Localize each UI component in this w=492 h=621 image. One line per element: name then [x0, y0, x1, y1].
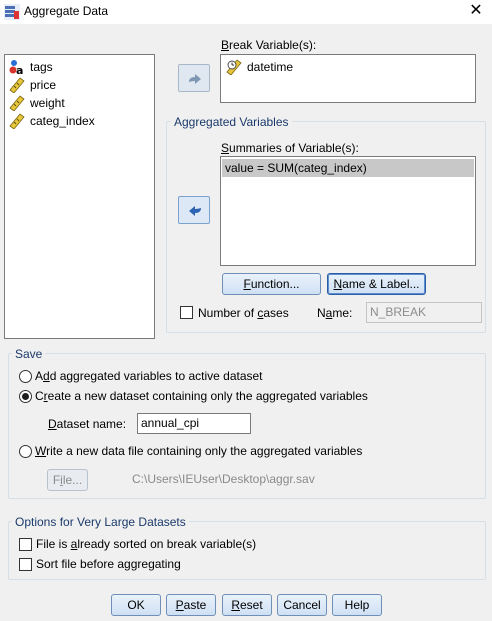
ok-button[interactable]: OK [111, 594, 161, 616]
list-item[interactable]: weight [9, 94, 65, 112]
create-dataset-radio[interactable] [19, 390, 32, 403]
close-icon[interactable]: ✕ [464, 1, 488, 23]
break-name-label: Name: [317, 306, 353, 320]
add-to-active-label: Add aggregated variables to active datas… [35, 369, 263, 383]
arrow-right-icon [189, 74, 201, 84]
number-of-cases-label: Number of cases [198, 306, 289, 320]
paste-button[interactable]: Paste [166, 594, 216, 616]
add-to-active-radio[interactable] [19, 370, 32, 383]
variable-name: tags [30, 60, 53, 74]
summary-item: value = SUM(categ_index) [225, 161, 367, 175]
summaries-list[interactable]: value = SUM(categ_index) [220, 156, 476, 266]
create-dataset-label: Create a new dataset containing only the… [35, 389, 368, 403]
variable-name: price [30, 78, 57, 92]
source-variable-list[interactable]: a tags price weight categ_index [4, 54, 155, 339]
scale-variable-icon [9, 77, 25, 93]
window-title: Aggregate Data [24, 4, 109, 18]
variable-name: categ_index [30, 114, 95, 128]
sort-before-label: Sort file before aggregating [36, 557, 181, 571]
move-to-break-button[interactable] [178, 64, 210, 92]
list-item[interactable]: categ_index [9, 112, 95, 130]
sort-before-checkbox[interactable] [19, 558, 32, 571]
variable-name: datetime [247, 60, 294, 74]
summaries-label: Summaries of Variable(s): [221, 141, 359, 155]
already-sorted-label: File is already sorted on break variable… [36, 537, 257, 551]
dataset-name-field[interactable]: annual_cpi [137, 413, 251, 434]
move-to-summaries-button[interactable] [178, 196, 210, 224]
help-button[interactable]: Help [332, 594, 382, 616]
write-file-label: Write a new data file containing only th… [35, 444, 363, 458]
name-label-button[interactable]: Name & Label... [327, 273, 426, 295]
list-item[interactable]: price [9, 76, 56, 94]
cancel-button[interactable]: Cancel [277, 594, 327, 616]
number-of-cases-checkbox[interactable] [180, 306, 193, 319]
nominal-variable-icon: a [9, 60, 23, 75]
large-datasets-title: Options for Very Large Datasets [12, 515, 189, 529]
dataset-name-label: Dataset name: [48, 417, 127, 431]
already-sorted-checkbox[interactable] [19, 538, 32, 551]
function-button[interactable]: Function... [222, 273, 321, 295]
arrow-left-icon [189, 206, 201, 216]
break-name-field[interactable]: N_BREAK [366, 302, 482, 323]
app-icon [4, 4, 20, 20]
date-variable-icon [226, 59, 242, 75]
reset-button[interactable]: Reset [222, 594, 272, 616]
break-variables-list[interactable]: datetime [220, 54, 476, 103]
variable-name: weight [30, 96, 65, 110]
file-path: C:\Users\IEUser\Desktop\aggr.sav [132, 472, 315, 486]
aggregated-variables-title: Aggregated Variables [171, 115, 292, 129]
break-variables-label: Break Variable(s): [221, 38, 317, 52]
write-file-radio[interactable] [19, 445, 32, 458]
svg-text:a: a [16, 64, 23, 75]
list-item[interactable]: a tags [9, 58, 53, 76]
save-group-title: Save [12, 347, 46, 361]
scale-variable-icon [9, 95, 25, 111]
list-item[interactable]: datetime [226, 58, 293, 76]
file-button[interactable]: Fi le... [47, 469, 88, 491]
scale-variable-icon [9, 113, 25, 129]
